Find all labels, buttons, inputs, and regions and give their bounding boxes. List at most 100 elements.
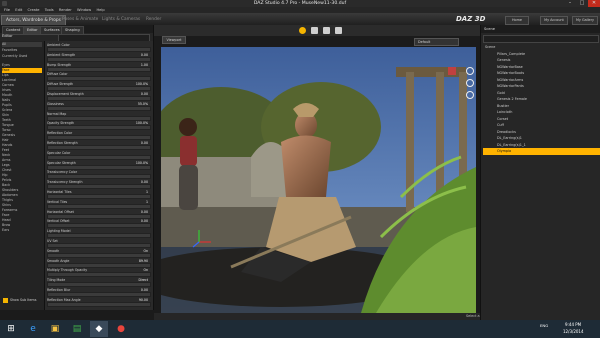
start-button-icon[interactable]: ⊞ [2,321,20,337]
orbit-icon[interactable] [466,67,474,75]
property-slider[interactable] [47,282,151,288]
tree-item[interactable]: Ears [2,228,9,233]
excel-icon[interactable]: ▤ [68,321,86,337]
property-row[interactable]: Smooth On [46,249,151,258]
scene-item[interactable]: Olympia [483,148,600,155]
tab-scene[interactable]: Scene [484,26,495,33]
property-slider[interactable] [47,223,151,229]
property-row[interactable]: Specular Strength 100.0% [46,161,151,170]
close-button[interactable]: ✕ [588,0,600,7]
property-row[interactable]: UV Set [46,239,151,248]
property-row[interactable]: Displacement Strength 0.00 [46,92,151,101]
internet-explorer-icon[interactable]: e [24,321,42,337]
property-row[interactable]: Normal Map [46,112,151,121]
property-slider[interactable] [47,96,151,101]
property-row[interactable]: Vertical Tiles 1 [46,200,151,209]
property-row[interactable]: Vertical Offset 0.00 [46,219,151,229]
panel-header: Editor [2,34,13,38]
minimize-button[interactable]: – [564,0,576,7]
property-row[interactable]: Ambient Color [46,43,151,52]
category-currently-used[interactable]: Currently Used [2,54,42,59]
property-row[interactable]: Smooth Angle 89.90 [46,259,151,268]
property-slider[interactable] [47,135,151,141]
property-slider[interactable] [47,125,151,131]
home-button[interactable]: Home [505,16,529,25]
zoom-icon[interactable] [466,91,474,99]
property-row[interactable]: Reflection Strength 0.00 [46,141,151,150]
camera-select[interactable]: Default [414,38,459,46]
rotate-tool-icon[interactable] [323,27,330,34]
property-slider[interactable] [47,86,151,92]
property-slider[interactable] [47,76,151,82]
property-row[interactable]: Glossiness 55.0% [46,102,151,111]
property-row[interactable]: Multiply Through Opacity On [46,268,151,278]
property-slider[interactable] [47,145,151,150]
viewport-render[interactable] [161,47,476,313]
pan-icon[interactable] [466,79,474,87]
property-row[interactable]: Bump Strength 1.00 [46,63,151,72]
title-bar: DAZ Studio 4.7 Pro - MuseNew11-30.duf – … [0,0,600,7]
tab-lights-cameras[interactable]: Lights & Cameras [98,15,144,24]
property-row[interactable]: Lighting Model [46,229,151,239]
language-indicator[interactable]: ENG [540,323,548,328]
property-slider[interactable] [47,115,151,121]
file-explorer-icon[interactable]: ▣ [46,321,64,337]
property-slider[interactable] [47,174,151,180]
viewport-header: Viewport Default [154,25,480,46]
property-slider[interactable] [47,272,151,278]
clock-date[interactable]: 12/3/2014 [563,329,584,334]
maximize-button[interactable]: □ [576,0,588,7]
category-all[interactable]: All [2,42,42,47]
tab-poses-animate[interactable]: Poses & Animate [58,15,102,24]
property-slider[interactable] [47,184,151,190]
view-cube-icon[interactable] [448,67,456,75]
property-row[interactable]: Tiling Mode Direct [46,278,151,288]
scene-tree: Scene Pillars_Complete Genesis NGWarriorBas… [481,44,600,314]
property-slider[interactable] [47,154,151,160]
property-row[interactable]: Opacity Strength 100.0% [46,121,151,131]
property-row[interactable]: Horizontal Offset 0.00 [46,210,151,219]
tab-editor[interactable]: Editor [23,26,42,35]
property-slider[interactable] [47,292,151,297]
property-row[interactable]: Reflection Max Angle 90.00 [46,298,151,307]
property-slider[interactable] [47,213,151,219]
property-slider[interactable] [47,47,151,52]
property-row[interactable]: Ambient Strength 0.00 [46,53,151,62]
daz3d-logo: DAZ 3D [456,15,486,23]
daz-studio-taskbar-icon[interactable]: ◆ [90,321,108,337]
tab-render[interactable]: Render [142,15,165,24]
scene-search-input[interactable] [483,35,599,43]
tab-actors-wardrobe-props[interactable]: Actors, Wardrobe & Props [1,15,66,25]
property-slider[interactable] [47,164,151,170]
property-slider[interactable] [47,233,151,239]
property-slider[interactable] [47,203,151,209]
tree-list: Eyes Face Lips Lacrimal Cornea Irises Mouth Nai… [0,63,44,293]
clock-time[interactable]: 9:44 PM [565,322,581,327]
pointer-tool-icon[interactable] [299,27,306,34]
property-slider[interactable] [47,252,151,258]
tab-viewport[interactable]: Viewport [162,36,186,44]
property-row[interactable]: Reflection Color [46,131,151,141]
scale-tool-icon[interactable] [335,27,342,34]
property-row[interactable]: Translucency Strength 0.00 [46,180,151,190]
property-slider[interactable] [47,262,151,268]
chrome-icon[interactable]: ● [112,321,130,337]
my-account-button[interactable]: My Account [540,16,568,25]
show-sub-items-checkbox[interactable] [3,298,8,303]
category-favorites[interactable]: Favorites [2,48,42,53]
property-row[interactable]: Reflection Blur 0.00 [46,288,151,297]
property-row[interactable]: Specular Color [46,151,151,160]
property-slider[interactable] [47,105,151,111]
my-gallery-button[interactable]: My Gallery [572,16,598,25]
property-slider[interactable] [47,243,151,248]
property-row[interactable]: Diffuse Color [46,72,151,82]
property-slider[interactable] [47,301,151,307]
property-slider[interactable] [47,66,151,72]
property-slider[interactable] [47,194,151,199]
property-row[interactable]: Translucency Color [46,170,151,180]
property-slider[interactable] [47,56,151,62]
activity-tab-bar: Actors, Wardrobe & Props Poses & Animate… [0,13,600,25]
property-row[interactable]: Horizontal Tiles 1 [46,190,151,199]
property-row[interactable]: Diffuse Strength 100.0% [46,82,151,92]
translate-tool-icon[interactable] [311,27,318,34]
